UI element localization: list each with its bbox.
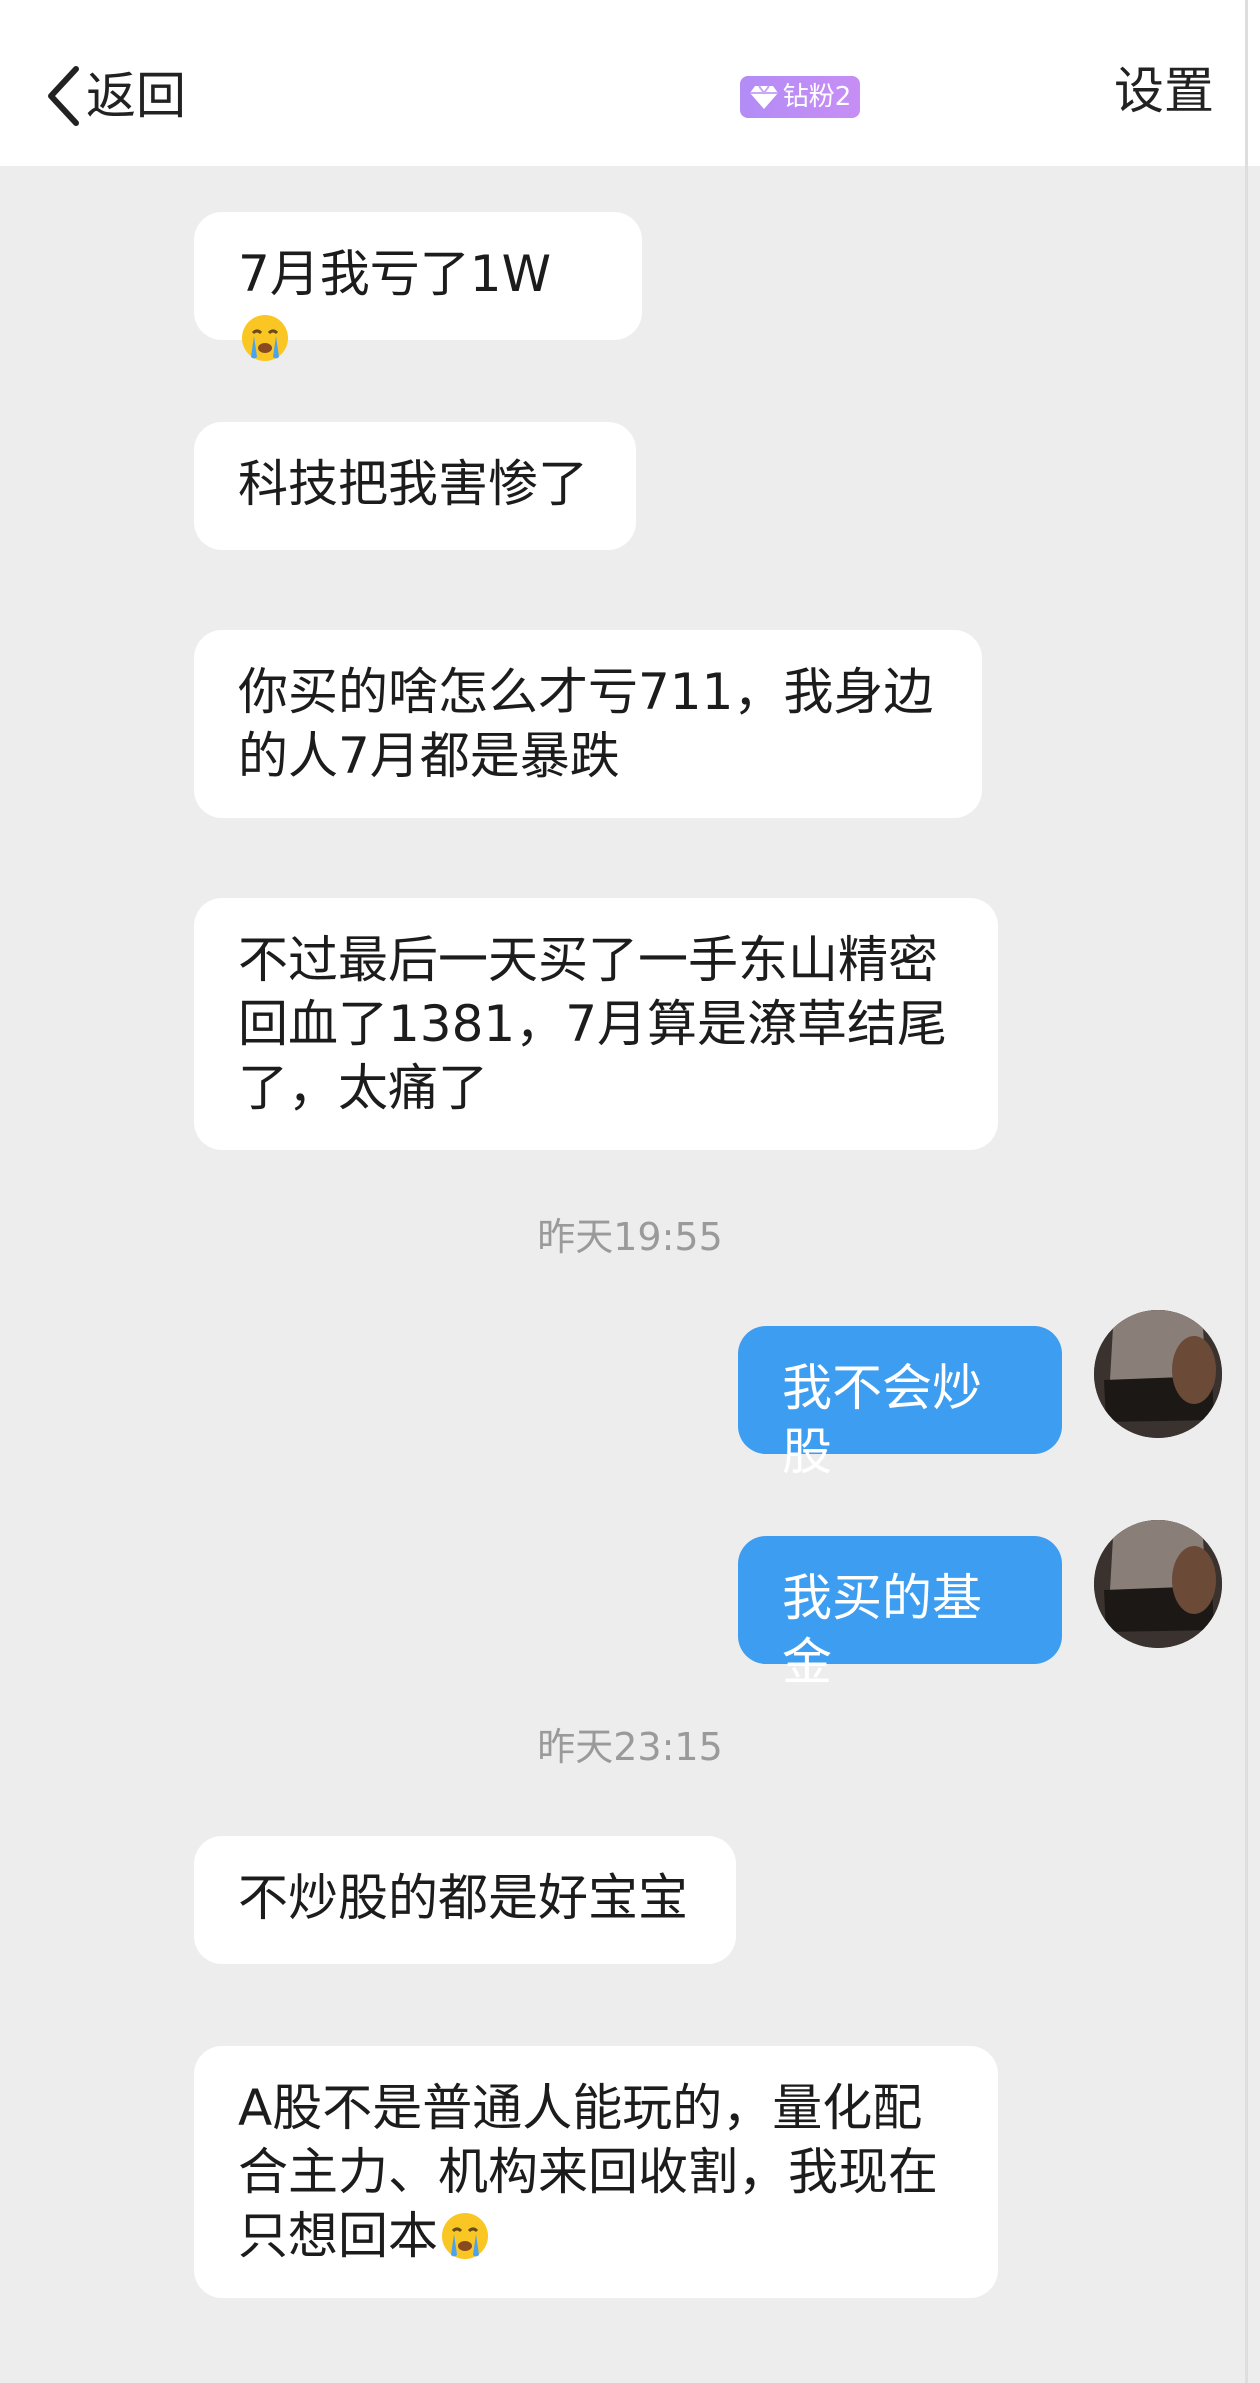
avatar-photo-icon [1094,1310,1222,1438]
back-button[interactable]: 返回 [46,60,186,132]
avatar-photo-icon [1094,1520,1222,1648]
message-timestamp: 昨天19:55 [537,1215,723,1259]
message-text: 你买的啥怎么才亏711，我身边的人7月都是暴跌 [238,663,934,785]
crying-face-emoji-icon [242,315,288,361]
message-bubble-received[interactable]: 科技把我害惨了 [194,422,636,550]
crying-face-emoji-icon [442,2213,488,2259]
user-avatar[interactable] [1094,1310,1222,1438]
message-text: 不炒股的都是好宝宝 [238,1869,688,1927]
settings-button[interactable]: 设置 [1114,66,1214,116]
fan-level-badge[interactable]: 钻粉2 [740,76,860,118]
right-edge-scrollbar [1245,0,1248,2383]
message-bubble-received[interactable]: 不过最后一天买了一手东山精密回血了1381，7月算是潦草结尾了，太痛了 [194,898,998,1150]
message-bubble-received[interactable]: 你买的啥怎么才亏711，我身边的人7月都是暴跌 [194,630,982,818]
message-text: 我不会炒股 [782,1359,982,1481]
back-label: 返回 [86,67,186,125]
message-bubble-received[interactable]: A股不是普通人能玩的，量化配合主力、机构来回收割，我现在只想回本 [194,2046,998,2298]
message-bubble-received[interactable]: 7月我亏了1W [194,212,642,361]
message-text: 我买的基金 [782,1569,982,1691]
message-text: 不过最后一天买了一手东山精密回血了1381，7月算是潦草结尾了，太痛了 [238,931,948,1117]
message-text: 7月我亏了1W [238,245,552,303]
message-bubble-sent[interactable]: 我买的基金 [738,1536,1062,1691]
message-text: A股不是普通人能玩的，量化配合主力、机构来回收割，我现在只想回本 [238,2079,938,2265]
chevron-left-icon [48,66,79,126]
message-bubble-sent[interactable]: 我不会炒股 [738,1326,1062,1481]
badge-label: 钻粉2 [782,82,852,112]
message-timestamp: 昨天23:15 [537,1725,723,1769]
user-avatar[interactable] [1094,1520,1222,1648]
diamond-icon [749,85,778,109]
chat-message-list: 7月我亏了1W 科技把我害惨了 你买的啥怎么才亏711，我身边的人7月都是暴跌 … [0,166,1260,2383]
message-text: 科技把我害惨了 [238,455,588,513]
top-nav-bar: 返回 钻粉2 设置 [0,0,1260,166]
message-bubble-received[interactable]: 不炒股的都是好宝宝 [194,1836,736,1964]
